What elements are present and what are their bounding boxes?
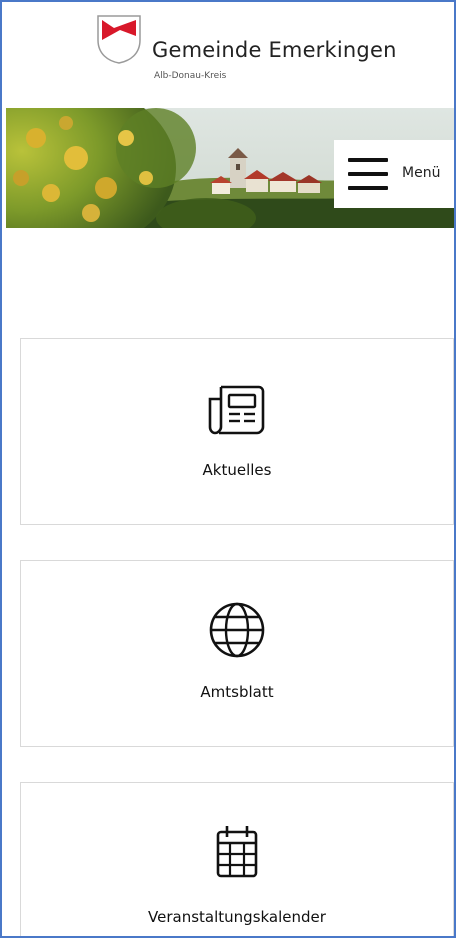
- site-name[interactable]: Gemeinde Emerkingen: [152, 38, 397, 62]
- tile-amtsblatt[interactable]: Amtsblatt: [20, 560, 454, 747]
- tile-veranstaltungskalender[interactable]: Veranstaltungskalender: [20, 782, 454, 936]
- site-subtitle: Alb-Donau-Kreis: [154, 71, 227, 81]
- tile-label-aktuelles: Aktuelles: [202, 461, 272, 479]
- phone-frame: Gemeinde Emerkingen Alb-Donau-Kreis Menü…: [0, 0, 456, 938]
- menu-label: Menü: [402, 165, 441, 181]
- tile-aktuelles[interactable]: Aktuelles: [20, 338, 454, 525]
- globe-icon: [208, 601, 266, 659]
- calendar-icon: [215, 823, 259, 879]
- site-header: Gemeinde Emerkingen Alb-Donau-Kreis: [2, 2, 454, 108]
- newspaper-icon: [207, 383, 267, 435]
- tile-label-amtsblatt: Amtsblatt: [200, 683, 274, 701]
- municipal-crest-icon[interactable]: [96, 14, 142, 64]
- hamburger-menu-icon: [348, 158, 388, 190]
- tile-label-veranstaltungskalender: Veranstaltungskalender: [148, 908, 326, 926]
- menu-button[interactable]: Menü: [334, 140, 454, 208]
